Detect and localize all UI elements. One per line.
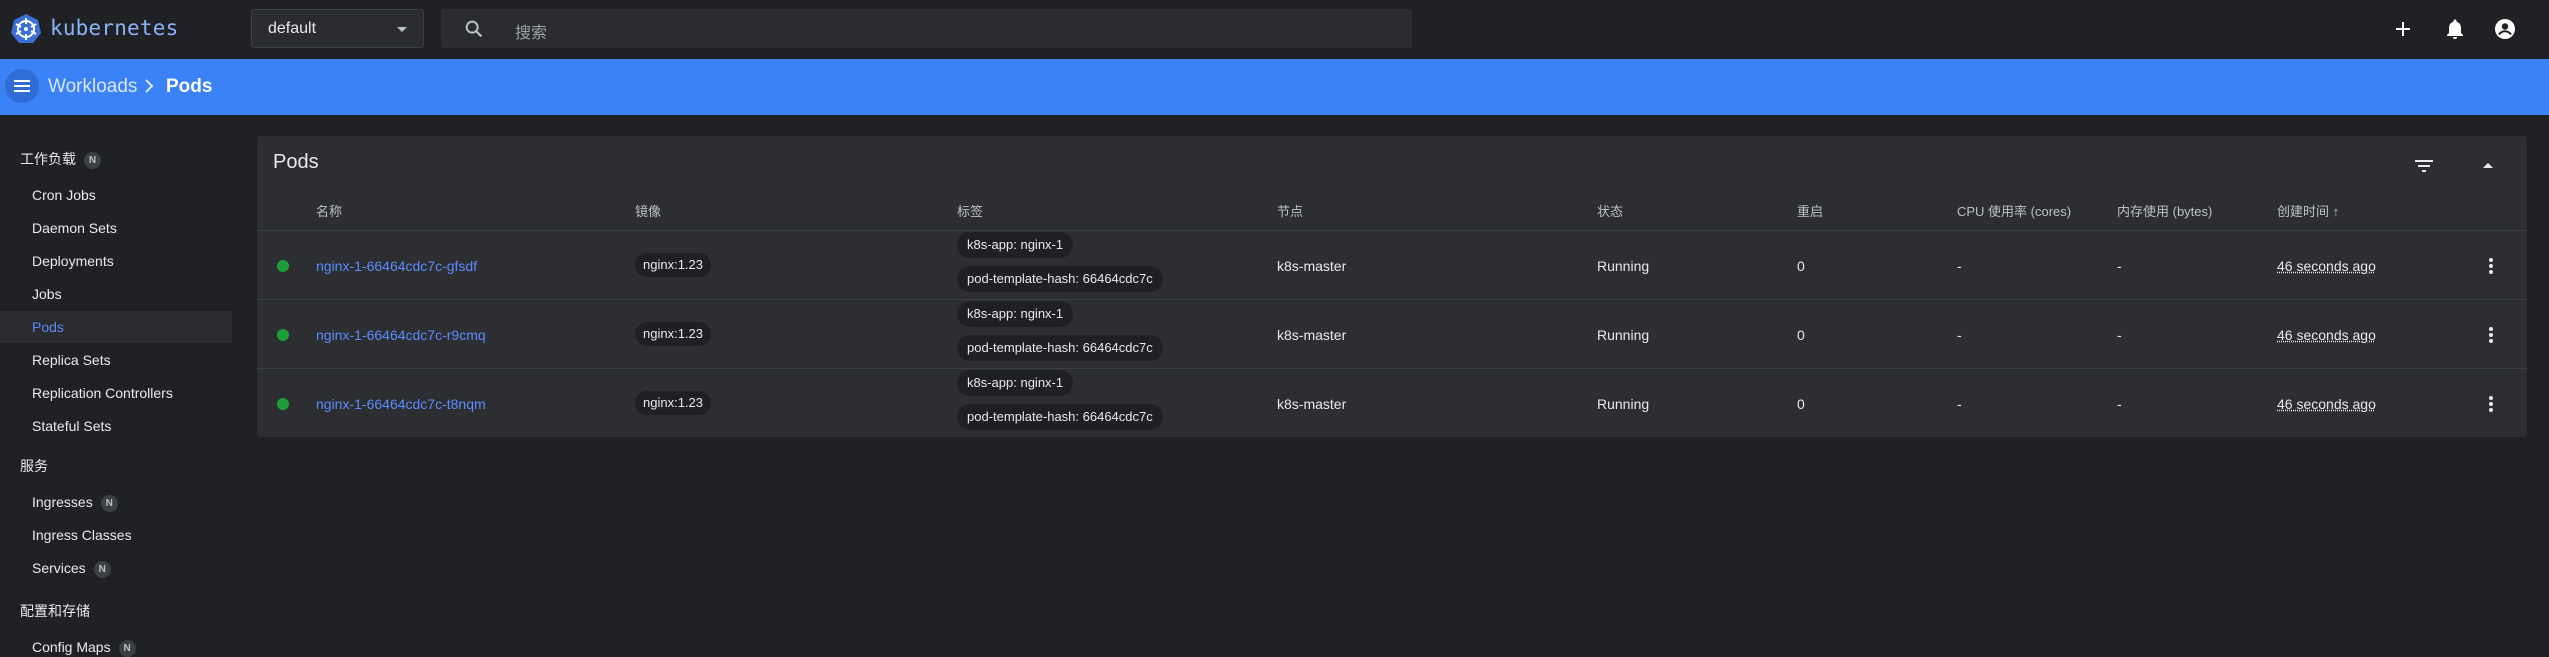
column-header-created[interactable]: 创建时间 ↑ [2277, 201, 2339, 220]
memory-cell: - [2117, 396, 2122, 412]
breadcrumb-current: Pods [166, 76, 213, 97]
created-cell: 46 seconds ago [2277, 258, 2376, 274]
top-bar: kubernetes default 搜索 [0, 0, 2549, 59]
column-header-memory: 内存使用 (bytes) [2117, 204, 2213, 219]
more-vert-icon[interactable] [2479, 323, 2503, 347]
pods-card: Pods 名称 镜像 标签 节点 状态 重启 CPU 使用率 (cores) 内… [257, 136, 2527, 437]
sidebar-item-label: Ingresses [32, 494, 93, 510]
sidebar-group-label: 工作负载 [20, 151, 76, 167]
image-chip: nginx:1.23 [635, 391, 711, 415]
kubernetes-logo-icon[interactable] [10, 13, 42, 45]
created-cell: 46 seconds ago [2277, 327, 2376, 343]
restarts-cell: 0 [1797, 327, 1805, 343]
node-cell: k8s-master [1277, 327, 1347, 343]
label-chip: k8s-app: nginx-1 [957, 232, 1074, 258]
sidebar-item-label: Services [32, 560, 86, 576]
namespace-value: default [268, 20, 317, 37]
sidebar-item-stateful-sets[interactable]: Stateful Sets [32, 418, 111, 434]
table-row: nginx-1-66464cdc7c-r9cmq nginx:1.23 k8s-… [257, 299, 2527, 369]
status-cell: Running [1597, 396, 1650, 412]
restarts-cell: 0 [1797, 258, 1805, 274]
brand-name[interactable]: kubernetes [50, 16, 178, 40]
column-header-labels: 标签 [957, 204, 984, 219]
label-chip: pod-template-hash: 66464cdc7c [957, 266, 1163, 292]
sidebar-item-jobs[interactable]: Jobs [32, 286, 62, 302]
more-vert-icon[interactable] [2479, 254, 2503, 278]
column-header-name[interactable]: 名称 [316, 201, 342, 220]
sidebar: 工作负载 N Cron Jobs Daemon Sets Deployments … [0, 115, 240, 657]
image-chip: nginx:1.23 [635, 322, 711, 346]
column-header-status: 状态 [1597, 204, 1624, 219]
pod-name-link[interactable]: nginx-1-66464cdc7c-t8nqm [316, 396, 486, 412]
sidebar-item-cron-jobs[interactable]: Cron Jobs [32, 187, 96, 203]
label-chip: pod-template-hash: 66464cdc7c [957, 335, 1163, 361]
new-badge: N [100, 494, 118, 512]
sidebar-item-daemon-sets[interactable]: Daemon Sets [32, 220, 117, 236]
account-icon[interactable] [2493, 17, 2517, 41]
memory-cell: - [2117, 327, 2122, 343]
cpu-cell: - [1957, 327, 1962, 343]
created-cell: 46 seconds ago [2277, 396, 2376, 412]
sidebar-item-replication-controllers[interactable]: Replication Controllers [32, 385, 173, 401]
sidebar-item-ingresses[interactable]: Ingresses N [32, 494, 118, 512]
plus-icon[interactable] [2391, 17, 2415, 41]
card-title: Pods [273, 151, 319, 173]
namespace-select[interactable]: default [251, 9, 424, 48]
label-chip: k8s-app: nginx-1 [957, 370, 1074, 396]
new-badge: N [118, 639, 136, 657]
table-row: nginx-1-66464cdc7c-t8nqm nginx:1.23 k8s-… [257, 368, 2527, 438]
sidebar-item-label: Config Maps [32, 639, 111, 655]
status-running-icon [277, 329, 289, 341]
sidebar-item-ingress-classes[interactable]: Ingress Classes [32, 527, 132, 543]
column-header-node: 节点 [1277, 204, 1304, 219]
search-input[interactable]: 搜索 [441, 9, 1412, 48]
table-row: nginx-1-66464cdc7c-gfsdf nginx:1.23 k8s-… [257, 230, 2527, 300]
sidebar-item-replica-sets[interactable]: Replica Sets [32, 352, 111, 368]
search-placeholder: 搜索 [515, 25, 548, 42]
breadcrumb-workloads[interactable]: Workloads [48, 76, 137, 98]
more-vert-icon[interactable] [2479, 392, 2503, 416]
sidebar-item-deployments[interactable]: Deployments [32, 253, 114, 269]
pod-name-link[interactable]: nginx-1-66464cdc7c-r9cmq [316, 327, 486, 343]
sidebar-group-config-storage[interactable]: 配置和存储 [20, 601, 90, 621]
node-cell: k8s-master [1277, 258, 1347, 274]
memory-cell: - [2117, 258, 2122, 274]
hamburger-icon [14, 80, 30, 92]
label-chip: pod-template-hash: 66464cdc7c [957, 404, 1163, 430]
new-badge: N [84, 151, 101, 169]
column-header-cpu: CPU 使用率 (cores) [1957, 204, 2072, 219]
search-icon [465, 20, 483, 38]
cpu-cell: - [1957, 258, 1962, 274]
chevron-up-icon[interactable] [2476, 154, 2500, 178]
sidebar-group-workloads[interactable]: 工作负载 N [20, 149, 101, 169]
sidebar-item-services[interactable]: Services N [32, 560, 111, 578]
column-header-restarts: 重启 [1797, 204, 1824, 219]
cpu-cell: - [1957, 396, 1962, 412]
caret-down-icon [397, 27, 407, 32]
pod-name-link[interactable]: nginx-1-66464cdc7c-gfsdf [316, 258, 477, 274]
new-badge: N [93, 560, 111, 578]
bell-icon[interactable] [2443, 17, 2467, 41]
status-running-icon [277, 260, 289, 272]
status-cell: Running [1597, 258, 1650, 274]
image-chip: nginx:1.23 [635, 253, 711, 277]
column-header-image: 镜像 [635, 204, 662, 219]
restarts-cell: 0 [1797, 396, 1805, 412]
sidebar-item-pods[interactable]: Pods [32, 319, 64, 335]
sidebar-group-services[interactable]: 服务 [20, 456, 48, 476]
breadcrumb-bar: Workloads Pods [0, 59, 2549, 115]
status-cell: Running [1597, 327, 1650, 343]
chevron-right-icon [145, 79, 154, 93]
filter-icon[interactable] [2412, 154, 2436, 178]
label-chip: k8s-app: nginx-1 [957, 301, 1074, 327]
node-cell: k8s-master [1277, 396, 1347, 412]
menu-button[interactable] [5, 69, 39, 103]
sidebar-item-config-maps[interactable]: Config Maps N [32, 639, 136, 657]
status-running-icon [277, 398, 289, 410]
